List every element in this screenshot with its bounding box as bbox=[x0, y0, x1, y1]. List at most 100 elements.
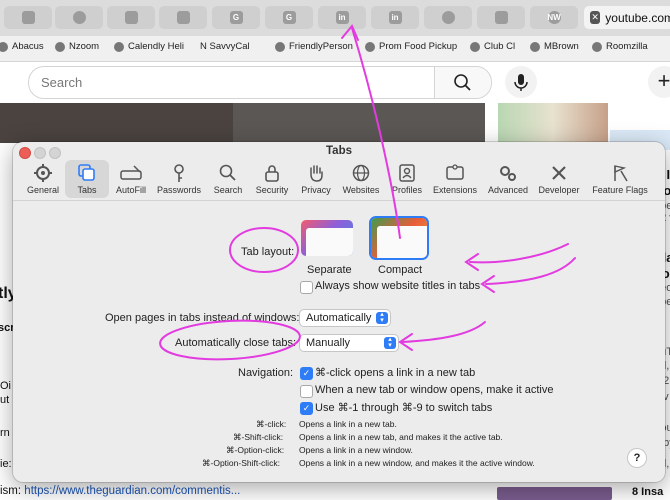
browser-tab[interactable] bbox=[424, 6, 472, 29]
bookmark-label: Abacus bbox=[12, 41, 44, 52]
browser-tab[interactable]: in bbox=[318, 6, 366, 29]
bookmark-item[interactable]: Club Cl bbox=[470, 41, 515, 52]
search-bar[interactable]: Search bbox=[28, 66, 492, 99]
cmd-number-checkbox[interactable]: ✓ bbox=[300, 402, 313, 415]
always-show-titles-checkbox[interactable] bbox=[300, 281, 313, 294]
navigation-label: Navigation: bbox=[238, 367, 294, 379]
make-active-checkbox[interactable] bbox=[300, 385, 313, 398]
video-player-frame-right bbox=[233, 103, 485, 143]
browser-tab[interactable]: in bbox=[371, 6, 419, 29]
browser-tab[interactable]: NW bbox=[530, 6, 578, 29]
bookmark-label: Nzoom bbox=[69, 41, 100, 52]
browser-tab[interactable] bbox=[107, 6, 155, 29]
tab-favicon: in bbox=[388, 11, 402, 24]
video-player-frame[interactable] bbox=[0, 103, 262, 143]
tab-favicon: NW bbox=[547, 11, 561, 24]
bookmark-item[interactable]: N SavvyCal bbox=[200, 41, 250, 52]
make-active-label: When a new tab or window opens, make it … bbox=[315, 384, 554, 396]
bookmark-item[interactable]: Roomzilla bbox=[592, 41, 648, 52]
open-pages-label: Open pages in tabs instead of windows: bbox=[105, 312, 300, 324]
toolbar-label: Advanced bbox=[487, 185, 529, 195]
tab-advanced[interactable]: Advanced bbox=[483, 160, 533, 198]
video-thumbnail[interactable] bbox=[497, 487, 612, 500]
cmd-click-checkbox[interactable]: ✓ bbox=[300, 367, 313, 380]
tab-favicon bbox=[441, 11, 455, 24]
toolbar-label: Security bbox=[255, 185, 289, 195]
layout-preview bbox=[377, 226, 427, 258]
browser-tab[interactable] bbox=[55, 6, 103, 29]
auto-close-label: Automatically close tabs: bbox=[175, 337, 297, 349]
bookmark-item[interactable]: MBrown bbox=[530, 41, 579, 52]
tab-search[interactable]: Search bbox=[203, 160, 253, 198]
active-browser-tab[interactable]: ✕ youtube.com bbox=[584, 6, 670, 29]
toolbar-label: General bbox=[26, 185, 60, 195]
cmd-click-label: ⌘-click opens a link in a new tab bbox=[315, 367, 476, 379]
person-icon bbox=[399, 164, 415, 182]
bookmark-item[interactable]: Abacus bbox=[0, 41, 44, 52]
bookmark-item[interactable]: FriendlyPerson bbox=[275, 41, 353, 52]
tab-favicon bbox=[176, 11, 190, 24]
footer-prefix: ism: bbox=[0, 485, 22, 497]
browser-tab[interactable]: G bbox=[212, 6, 260, 29]
flags-icon bbox=[614, 165, 628, 182]
tab-favicon bbox=[124, 11, 138, 24]
bookmark-item[interactable]: Nzoom bbox=[55, 41, 99, 52]
tab-profiles[interactable]: Profiles bbox=[382, 160, 432, 198]
bookmark-label: FriendlyPerson bbox=[289, 41, 353, 52]
puzzle-icon bbox=[446, 164, 464, 180]
search-icon bbox=[219, 164, 236, 181]
tab-websites[interactable]: Websites bbox=[336, 160, 386, 198]
tab-extensions[interactable]: Extensions bbox=[430, 160, 480, 198]
close-icon[interactable]: ✕ bbox=[590, 11, 601, 24]
plus-icon: + bbox=[657, 68, 670, 93]
tab-favicon: G bbox=[282, 11, 296, 24]
browser-tab[interactable] bbox=[159, 6, 207, 29]
page-text-fragment: Oi bbox=[0, 380, 11, 392]
tab-privacy[interactable]: Privacy bbox=[291, 160, 341, 198]
toolbar-label: Privacy bbox=[301, 185, 331, 195]
bookmark-icon bbox=[365, 41, 375, 52]
lock-icon bbox=[265, 165, 279, 182]
toolbar-label: AutoFill bbox=[115, 185, 146, 195]
layout-option-compact[interactable] bbox=[371, 218, 427, 258]
open-pages-value: Automatically bbox=[306, 312, 372, 324]
voice-search-button[interactable] bbox=[505, 66, 537, 98]
browser-tab[interactable]: G bbox=[265, 6, 313, 29]
help-button[interactable]: ? bbox=[628, 449, 646, 467]
shortcut-key: ⌘-Option-Shift-click: bbox=[202, 458, 280, 468]
layout-option-separate[interactable] bbox=[301, 220, 353, 256]
tab-layout-label: Tab layout: bbox=[241, 246, 295, 258]
auto-close-dropdown[interactable]: Manually ▴ ▾ bbox=[300, 335, 398, 351]
toolbar-label: Extensions bbox=[432, 185, 478, 195]
tab-general[interactable]: General bbox=[18, 160, 68, 198]
tab-autofill[interactable]: AutoFill bbox=[106, 160, 156, 198]
wrench-icon bbox=[552, 166, 566, 180]
browser-tab[interactable] bbox=[477, 6, 525, 29]
tab-favicon bbox=[494, 11, 508, 24]
browser-tab[interactable] bbox=[4, 6, 52, 29]
tab-security[interactable]: Security bbox=[247, 160, 297, 198]
autofill-icon bbox=[120, 165, 142, 180]
bookmark-item[interactable]: Calendly Heli bbox=[114, 41, 184, 52]
tab-developer[interactable]: Developer bbox=[534, 160, 584, 198]
chevron-up-down-icon: ▴ ▾ bbox=[384, 336, 396, 349]
bookmark-icon bbox=[0, 41, 8, 52]
open-pages-dropdown[interactable]: Automatically ▴ ▾ bbox=[300, 310, 390, 326]
tab-feature-flags[interactable]: Feature Flags bbox=[591, 160, 649, 198]
article-link[interactable]: https://www.theguardian.com/commentis... bbox=[24, 485, 240, 497]
search-button[interactable] bbox=[434, 67, 491, 98]
bookmark-label: Prom Food Pickup bbox=[379, 41, 458, 52]
bookmark-icon bbox=[470, 41, 480, 52]
tab-favicon: in bbox=[335, 11, 349, 24]
shortcut-key: ⌘-Shift-click: bbox=[233, 432, 284, 442]
video-thumbnail[interactable] bbox=[498, 103, 608, 143]
tab-tabs[interactable]: Tabs bbox=[65, 160, 109, 198]
gears-icon bbox=[500, 166, 516, 181]
bookmark-icon bbox=[55, 41, 65, 52]
page-text-fragment: ut bbox=[0, 394, 10, 406]
video-title-fragment[interactable]: 8 Insa bbox=[632, 486, 663, 498]
bookmark-item[interactable]: Prom Food Pickup bbox=[365, 41, 457, 52]
tab-passwords[interactable]: Passwords bbox=[154, 160, 204, 198]
toolbar-label: Search bbox=[213, 185, 243, 195]
gear-icon bbox=[34, 164, 52, 182]
